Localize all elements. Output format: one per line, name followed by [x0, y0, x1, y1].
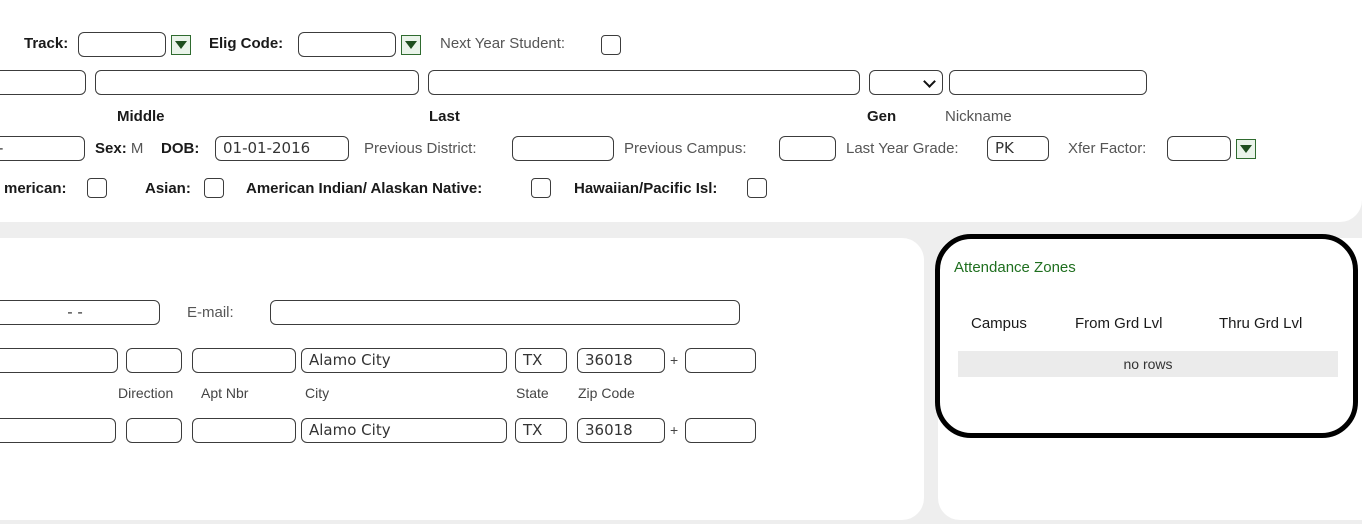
direction-caption: Direction [118, 385, 174, 401]
apt-nbr-caption: Apt Nbr [201, 385, 249, 401]
last-caption: Last [429, 108, 460, 125]
state-caption: State [516, 385, 549, 401]
dob-input[interactable]: 01-01-2016 [215, 136, 349, 161]
apt-nbr-input[interactable] [192, 348, 296, 373]
direction-input[interactable] [126, 348, 182, 373]
address-panel [0, 238, 924, 520]
generation-select[interactable] [869, 70, 943, 95]
sex-value: M [130, 140, 144, 157]
african-american-checkbox[interactable] [87, 178, 107, 198]
track-input[interactable] [78, 32, 166, 57]
dob-label: DOB: [161, 140, 200, 157]
gen-caption: Gen [867, 108, 897, 125]
state-input[interactable]: TX [515, 348, 567, 373]
zip-code-input[interactable]: 36018 [577, 348, 665, 373]
previous-campus-input[interactable] [779, 136, 836, 161]
sex-field: Sex: M [95, 140, 143, 157]
mail-zip-extension-input[interactable] [685, 418, 756, 443]
nickname-input[interactable] [949, 70, 1147, 95]
mail-street-input[interactable] [0, 418, 116, 443]
last-year-grade-label: Last Year Grade: [846, 140, 959, 157]
track-label: Track: [24, 35, 69, 52]
elig-code-dropdown-icon[interactable] [401, 35, 421, 55]
american-indian-label: American Indian/ Alaskan Native: [246, 180, 483, 197]
previous-campus-label: Previous Campus: [624, 140, 747, 157]
mail-state-input[interactable]: TX [515, 418, 567, 443]
hawaiian-label: Hawaiian/Pacific Isl: [574, 180, 718, 197]
phone-input[interactable]: - - [0, 300, 160, 325]
mail-direction-input[interactable] [126, 418, 182, 443]
last-name-input[interactable] [428, 70, 860, 95]
chevron-down-icon [923, 75, 936, 88]
middle-caption: Middle [117, 108, 165, 125]
zip-extension-input[interactable] [685, 348, 756, 373]
elig-code-label: Elig Code: [209, 35, 284, 52]
student-id-input[interactable]: - [0, 136, 85, 161]
street-number-input[interactable] [0, 348, 118, 373]
zip-code-caption: Zip Code [578, 385, 635, 401]
xfer-factor-label: Xfer Factor: [1068, 140, 1147, 157]
email-label: E-mail: [187, 304, 234, 321]
next-year-student-label: Next Year Student: [440, 35, 566, 52]
last-year-grade-input[interactable]: PK [987, 136, 1049, 161]
previous-district-label: Previous District: [364, 140, 477, 157]
mail-apt-nbr-input[interactable] [192, 418, 296, 443]
elig-code-input[interactable] [298, 32, 396, 57]
email-input[interactable] [270, 300, 740, 325]
mail-city-input[interactable]: Alamo City [301, 418, 507, 443]
previous-district-input[interactable] [512, 136, 614, 161]
asian-label: Asian: [145, 180, 191, 197]
middle-name-input[interactable] [95, 70, 419, 95]
african-american-label: merican: [4, 180, 67, 197]
attendance-zones-empty-row: no rows [958, 351, 1338, 377]
campus-column-header[interactable]: Campus [971, 315, 1027, 332]
zip-plus-sign: + [670, 352, 679, 368]
xfer-factor-input[interactable] [1167, 136, 1231, 161]
mail-zip-plus-sign: + [670, 422, 679, 438]
first-name-input[interactable] [0, 70, 86, 95]
asian-checkbox[interactable] [204, 178, 224, 198]
thru-grd-lvl-column-header[interactable]: Thru Grd Lvl [1219, 315, 1302, 332]
from-grd-lvl-column-header[interactable]: From Grd Lvl [1075, 315, 1163, 332]
american-indian-checkbox[interactable] [531, 178, 551, 198]
xfer-factor-dropdown-icon[interactable] [1236, 139, 1256, 159]
mail-zip-code-input[interactable]: 36018 [577, 418, 665, 443]
city-caption: City [305, 385, 330, 401]
nickname-caption: Nickname [945, 108, 1012, 125]
next-year-student-checkbox[interactable] [601, 35, 621, 55]
city-input[interactable]: Alamo City [301, 348, 507, 373]
track-dropdown-icon[interactable] [171, 35, 191, 55]
sex-label: Sex: [95, 140, 127, 157]
hawaiian-checkbox[interactable] [747, 178, 767, 198]
attendance-zones-title: Attendance Zones [954, 259, 1076, 276]
